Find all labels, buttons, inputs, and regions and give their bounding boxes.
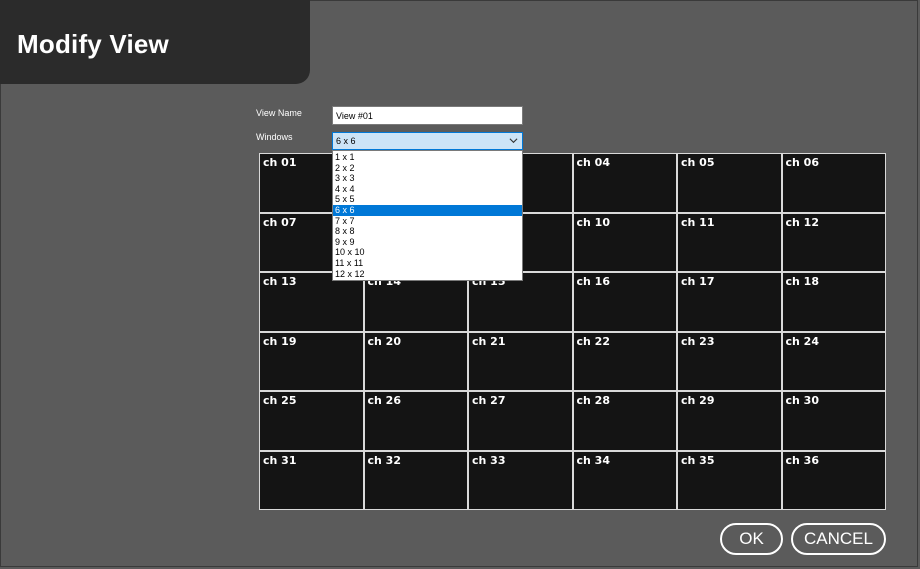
channel-cell[interactable]: ch 29 — [678, 392, 781, 450]
channel-cell[interactable]: ch 11 — [678, 213, 781, 271]
channel-cell[interactable]: ch 15 — [469, 273, 572, 331]
channel-cell[interactable]: ch 34 — [573, 451, 676, 509]
channel-cell[interactable]: ch 23 — [678, 332, 781, 390]
channel-cell[interactable]: ch 31 — [260, 451, 363, 509]
page-title: Modify View — [17, 29, 169, 59]
dropdown-option[interactable]: 12 x 12 — [333, 269, 522, 280]
channel-cell[interactable]: ch 19 — [260, 332, 363, 390]
channel-cell[interactable]: ch 22 — [573, 332, 676, 390]
channel-cell[interactable]: ch 36 — [782, 451, 885, 509]
windows-dropdown-list: 1 x 12 x 23 x 34 x 45 x 56 x 67 x 78 x 8… — [332, 150, 523, 281]
channel-cell[interactable]: ch 21 — [469, 332, 572, 390]
channel-cell[interactable]: ch 26 — [364, 392, 467, 450]
dropdown-option[interactable]: 10 x 10 — [333, 247, 522, 258]
channel-cell[interactable]: ch 30 — [782, 392, 885, 450]
channel-cell[interactable]: ch 16 — [573, 273, 676, 331]
dropdown-option[interactable]: 6 x 6 — [333, 204, 522, 216]
channel-cell[interactable]: ch 33 — [469, 451, 572, 509]
dropdown-option[interactable]: 3 x 3 — [333, 173, 522, 184]
dropdown-option[interactable]: 11 x 11 — [333, 258, 522, 269]
chevron-down-icon — [509, 138, 518, 144]
dropdown-option[interactable]: 2 x 2 — [333, 163, 522, 174]
channel-cell[interactable]: ch 32 — [364, 451, 467, 509]
cancel-button[interactable]: CANCEL — [791, 523, 886, 555]
dropdown-option[interactable]: 4 x 4 — [333, 184, 522, 195]
windows-select[interactable]: 6 x 6 — [332, 132, 523, 150]
channel-cell[interactable]: ch 20 — [364, 332, 467, 390]
channel-cell[interactable]: ch 27 — [469, 392, 572, 450]
dropdown-option[interactable]: 9 x 9 — [333, 237, 522, 248]
channel-cell[interactable]: ch 12 — [782, 213, 885, 271]
channel-cell[interactable]: ch 35 — [678, 451, 781, 509]
windows-select-value: 6 x 6 — [336, 136, 356, 146]
channel-cell[interactable]: ch 24 — [782, 332, 885, 390]
dropdown-option[interactable]: 5 x 5 — [333, 194, 522, 205]
view-name-input[interactable] — [332, 106, 523, 125]
ok-button[interactable]: OK — [720, 523, 783, 555]
windows-label: Windows — [256, 132, 293, 142]
channel-cell[interactable]: ch 28 — [573, 392, 676, 450]
channel-cell[interactable]: ch 17 — [678, 273, 781, 331]
channel-cell[interactable]: ch 25 — [260, 392, 363, 450]
channel-cell[interactable]: ch 13 — [260, 273, 363, 331]
dropdown-option[interactable]: 8 x 8 — [333, 226, 522, 237]
channel-cell[interactable]: ch 18 — [782, 273, 885, 331]
channel-cell[interactable]: ch 06 — [782, 154, 885, 212]
view-name-label: View Name — [256, 108, 302, 118]
channel-cell[interactable]: ch 04 — [573, 154, 676, 212]
title-tab: Modify View — [0, 0, 310, 84]
channel-cell[interactable]: ch 10 — [573, 213, 676, 271]
dropdown-option[interactable]: 7 x 7 — [333, 216, 522, 227]
channel-cell[interactable]: ch 05 — [678, 154, 781, 212]
channel-cell[interactable]: ch 14 — [364, 273, 467, 331]
dropdown-option[interactable]: 1 x 1 — [333, 152, 522, 163]
